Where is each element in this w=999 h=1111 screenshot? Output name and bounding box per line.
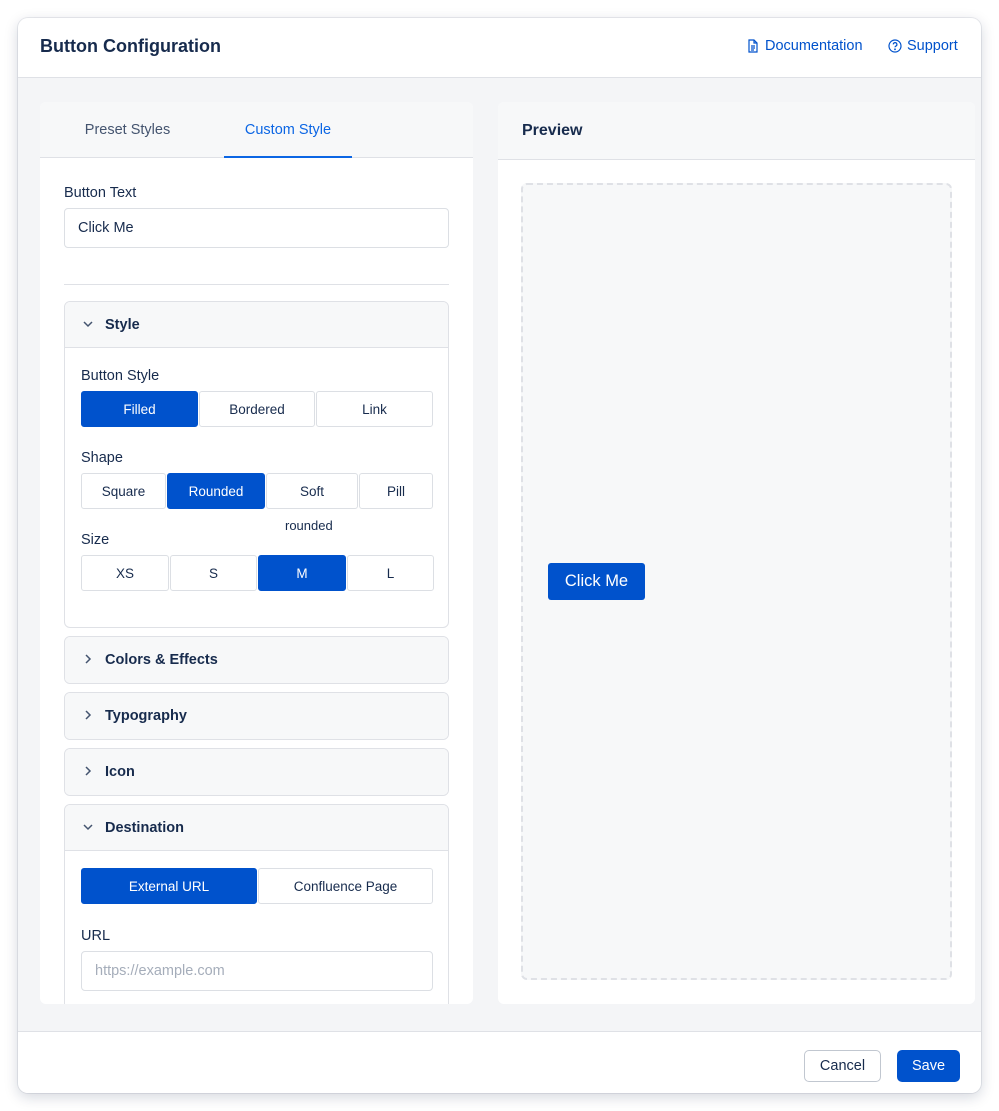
chevron-right-icon [85,766,92,776]
size-m[interactable]: M [258,555,346,591]
document-icon [748,39,758,53]
button-style-link[interactable]: Link [316,391,433,427]
configuration-panel: Preset Styles Custom Style Button Text C… [40,102,473,1004]
size-label: Size [81,532,110,548]
shape-square[interactable]: Square [81,473,166,509]
chevron-right-icon [85,710,92,720]
button-text-input[interactable]: Click Me [64,208,449,248]
size-xs[interactable]: XS [81,555,169,591]
preview-canvas: Click Me [521,183,952,980]
typography-section: Typography [64,692,449,740]
preview-header: Preview [498,102,975,160]
style-section: Style Button Style Filled Bordered Link … [64,301,449,628]
shape-rounded[interactable]: Rounded [167,473,265,509]
tab-preset-styles[interactable]: Preset Styles [60,102,195,158]
destination-confluence-page[interactable]: Confluence Page [258,868,433,904]
shape-label: Shape [81,450,123,466]
button-style-filled[interactable]: Filled [81,391,198,427]
typography-section-header[interactable]: Typography [65,693,448,739]
chevron-down-icon [83,824,93,831]
icon-section-title: Icon [105,764,135,780]
tab-custom-style[interactable]: Custom Style [224,102,352,158]
destination-external-url[interactable]: External URL [81,868,257,904]
button-style-bordered[interactable]: Bordered [199,391,315,427]
button-style-label: Button Style [81,368,160,384]
colors-effects-section: Colors & Effects [64,636,449,684]
chevron-down-icon [83,321,93,328]
support-link[interactable]: Support [888,38,958,54]
help-circle-icon [888,39,902,53]
style-section-title: Style [105,317,140,333]
colors-effects-section-header[interactable]: Colors & Effects [65,637,448,683]
divider [64,284,449,285]
style-tabs: Preset Styles Custom Style [40,102,473,158]
button-style-selector: Filled Bordered Link [81,391,434,427]
icon-section: Icon [64,748,449,796]
documentation-label: Documentation [765,38,863,54]
save-button[interactable]: Save [897,1050,960,1082]
support-label: Support [907,38,958,54]
url-label: URL [81,928,111,944]
cancel-button[interactable]: Cancel [804,1050,881,1082]
button-configuration-dialog: Button Configuration Documentation Suppo… [18,18,981,1093]
colors-effects-section-title: Colors & Effects [105,652,218,668]
destination-type-selector: External URL Confluence Page [81,868,434,904]
size-s[interactable]: S [170,555,257,591]
preview-title: Preview [522,122,583,139]
shape-soft[interactable]: Soft [266,473,358,509]
dialog-footer: Cancel Save [18,1031,981,1093]
destination-section-title: Destination [105,820,184,836]
shape-hint: rounded [285,518,333,533]
size-selector: XS S M L [81,555,435,591]
typography-section-title: Typography [105,708,187,724]
url-input[interactable]: https://example.com [81,951,433,991]
destination-section: Destination External URL Confluence Page… [64,804,449,1004]
shape-selector: Square Rounded Soft Pill [81,473,434,509]
button-text-label: Button Text [64,185,137,201]
destination-section-header[interactable]: Destination [65,805,448,851]
preview-button[interactable]: Click Me [548,563,645,600]
chevron-right-icon [85,654,92,664]
size-l[interactable]: L [347,555,434,591]
shape-pill[interactable]: Pill [359,473,433,509]
dialog-header: Button Configuration Documentation Suppo… [18,18,981,78]
style-section-header[interactable]: Style [65,302,448,348]
dialog-title: Button Configuration [40,36,221,56]
preview-panel: Preview Click Me [498,102,975,1004]
documentation-link[interactable]: Documentation [746,38,863,54]
icon-section-header[interactable]: Icon [65,749,448,795]
